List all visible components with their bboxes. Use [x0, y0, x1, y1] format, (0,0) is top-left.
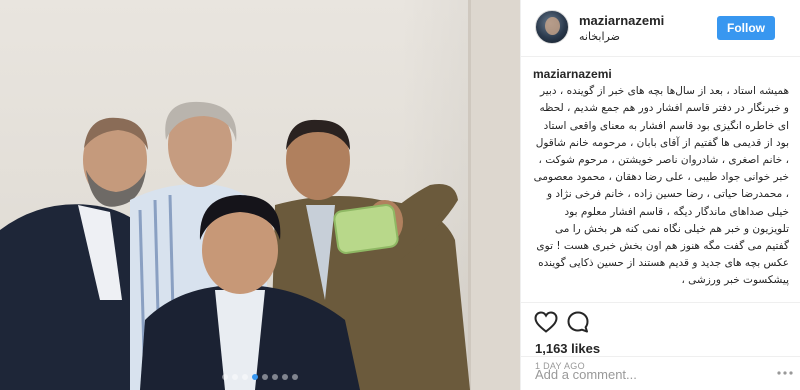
carousel-dot[interactable] — [272, 374, 278, 380]
carousel-dot[interactable] — [262, 374, 268, 380]
avatar[interactable] — [535, 10, 569, 44]
instagram-post: maziarnazemi ضرابخانه Follow maziarnazem… — [0, 0, 800, 390]
comment-button[interactable] — [565, 309, 591, 335]
selfie-illustration — [0, 0, 520, 390]
post-header: maziarnazemi ضرابخانه Follow — [521, 0, 800, 57]
carousel-dot[interactable] — [242, 374, 248, 380]
carousel-dot[interactable] — [222, 374, 228, 380]
carousel-indicator — [0, 374, 520, 380]
caption-text: همیشه استاد ، بعد از سال‌ها بچه های خبر … — [533, 85, 789, 287]
comment-icon — [567, 311, 589, 333]
comment-input[interactable] — [535, 362, 755, 386]
follow-button[interactable]: Follow — [717, 16, 775, 40]
likes-count[interactable]: 1,163 likes — [535, 341, 600, 356]
caption: maziarnazemi همیشه استاد ، بعد از سال‌ها… — [533, 66, 789, 302]
carousel-dot-active[interactable] — [252, 374, 258, 380]
more-options-button[interactable] — [776, 364, 794, 382]
location-link[interactable]: ضرابخانه — [579, 30, 620, 43]
heart-icon — [534, 311, 558, 333]
carousel-dot[interactable] — [282, 374, 288, 380]
post-side-panel: maziarnazemi ضرابخانه Follow maziarnazem… — [520, 0, 800, 390]
carousel-dot[interactable] — [292, 374, 298, 380]
post-photo[interactable] — [0, 0, 520, 390]
carousel-dot[interactable] — [232, 374, 238, 380]
comment-divider — [521, 356, 800, 357]
header-username[interactable]: maziarnazemi — [579, 13, 664, 28]
like-button[interactable] — [533, 309, 559, 335]
caption-username[interactable]: maziarnazemi — [533, 66, 789, 83]
more-options-icon — [777, 371, 793, 375]
